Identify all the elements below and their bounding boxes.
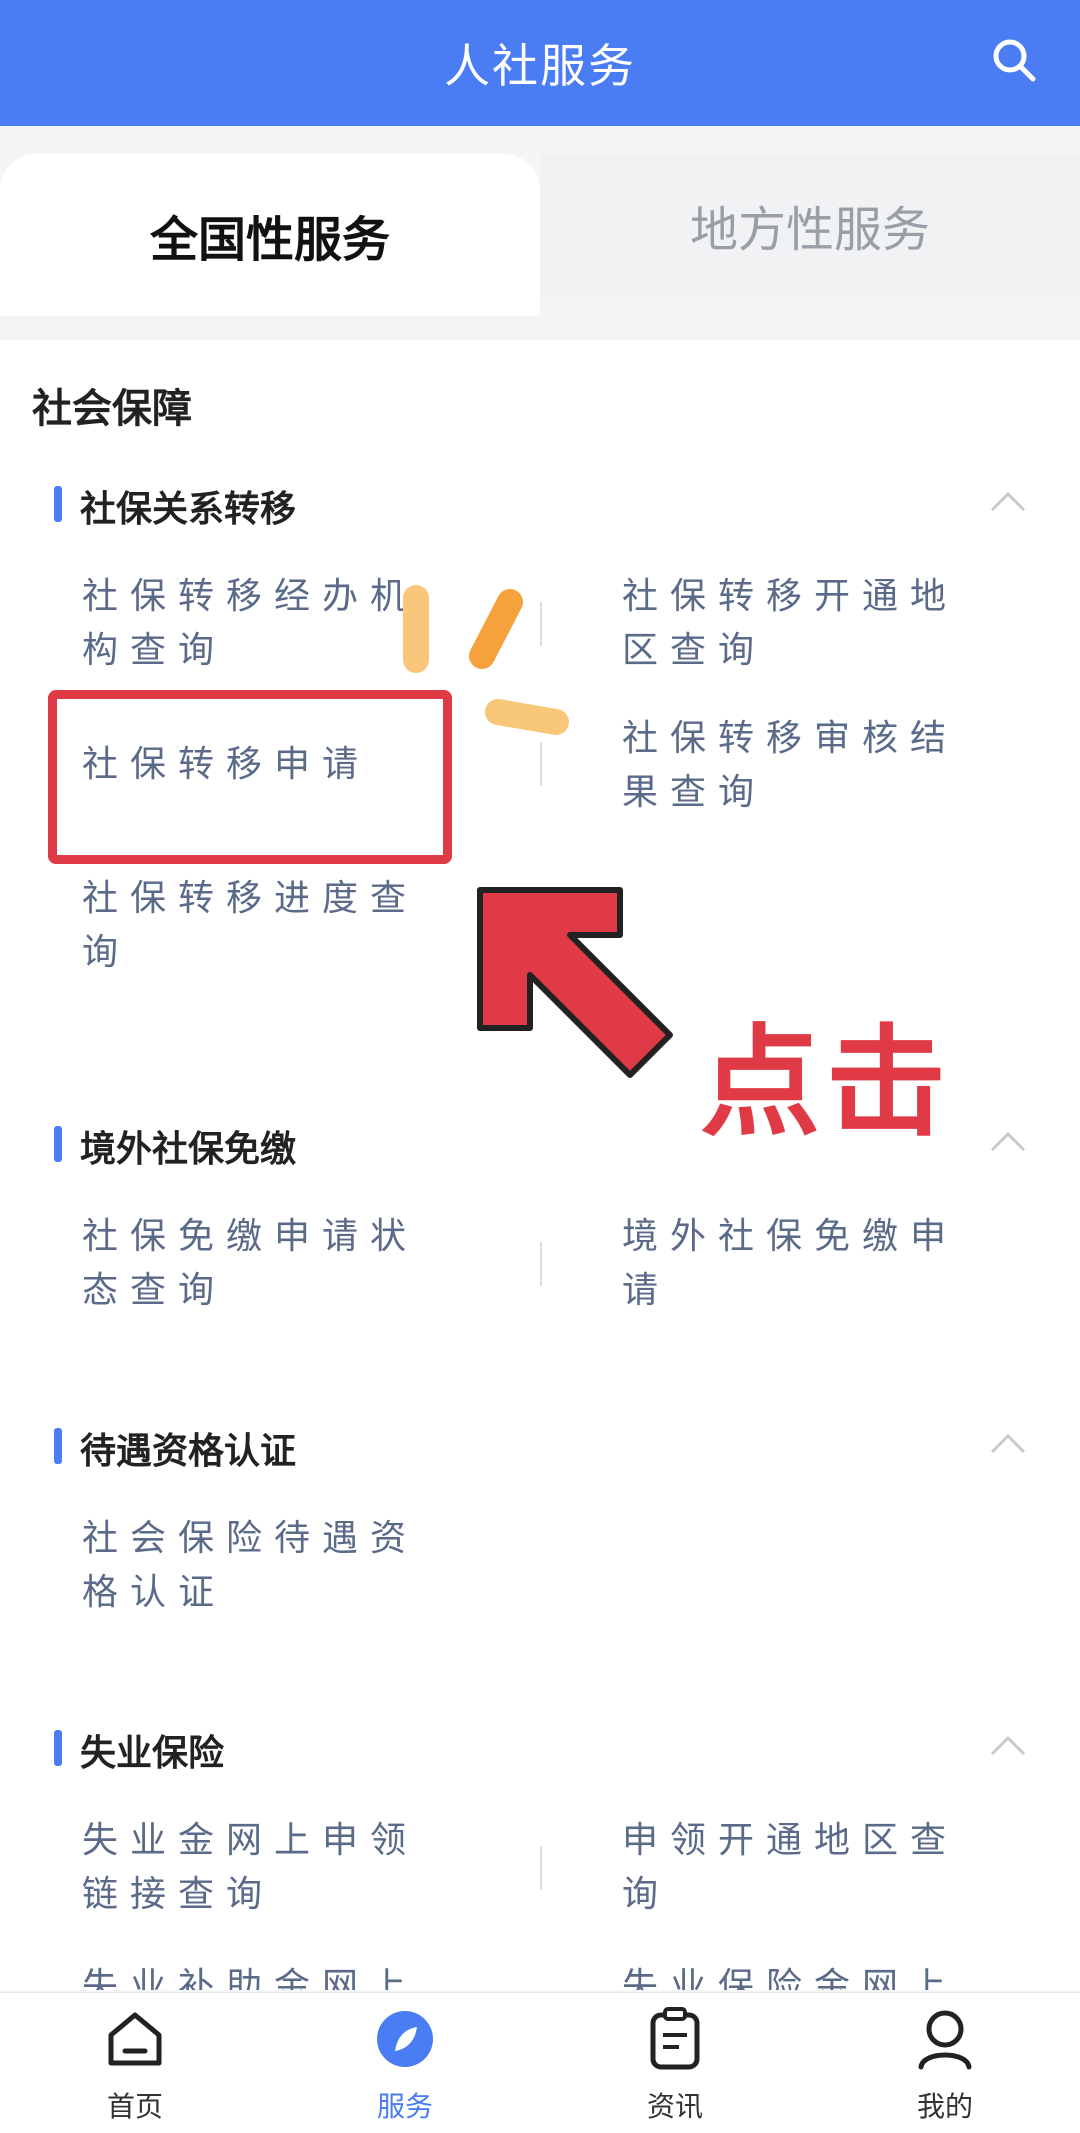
service-item[interactable]: 境外社保免缴申请 bbox=[622, 1210, 982, 1318]
nav-item-home[interactable]: 首页 bbox=[0, 1993, 270, 2133]
nav-label: 服务 bbox=[376, 2090, 433, 2123]
sparkle-icon bbox=[403, 585, 569, 735]
search-icon bbox=[993, 39, 1036, 82]
user-icon bbox=[918, 2010, 972, 2070]
nav-item-profile[interactable]: 我的 bbox=[810, 1993, 1080, 2133]
page-title: 人社服务 bbox=[444, 39, 636, 93]
group-title: 社保关系转移 bbox=[80, 489, 297, 530]
nav-label: 资讯 bbox=[646, 2090, 703, 2123]
group-accent-bar bbox=[54, 486, 62, 522]
service-item[interactable]: 失业补助金网上 bbox=[82, 1960, 442, 1990]
service-item[interactable]: 失业金网上申领链接查询 bbox=[82, 1814, 442, 1922]
bottom-nav: 首页 服务 资讯 我的 bbox=[0, 1992, 1080, 2133]
search-button[interactable] bbox=[984, 30, 1044, 90]
group-title: 待遇资格认证 bbox=[80, 1431, 297, 1472]
service-tabs: 全国性服务 地方性服务 bbox=[0, 126, 1080, 316]
service-item[interactable]: 社保转移经办机构查询 bbox=[82, 570, 442, 678]
group-accent-bar bbox=[54, 1428, 62, 1464]
nav-label: 我的 bbox=[916, 2090, 973, 2123]
tab-national-services[interactable]: 全国性服务 bbox=[0, 154, 540, 316]
annotation-text: 点击 bbox=[700, 1014, 952, 1153]
section-title: 社会保障 bbox=[32, 386, 192, 432]
chevron-up-icon[interactable] bbox=[988, 1126, 1028, 1156]
chevron-up-icon[interactable] bbox=[988, 1428, 1028, 1458]
divider bbox=[540, 1846, 542, 1890]
group-accent-bar bbox=[54, 1730, 62, 1766]
tab-local-services[interactable]: 地方性服务 bbox=[540, 154, 1080, 296]
service-item[interactable]: 失业保险金网上 bbox=[622, 1960, 982, 1990]
service-item[interactable]: 社保免缴申请状态查询 bbox=[82, 1210, 442, 1318]
group-title: 失业保险 bbox=[80, 1733, 225, 1774]
document-icon bbox=[650, 2007, 700, 2070]
service-item[interactable]: 社保转移开通地区查询 bbox=[622, 570, 982, 678]
service-item[interactable]: 社保转移审核结果查询 bbox=[622, 712, 982, 820]
service-item[interactable]: 社会保险待遇资格认证 bbox=[82, 1512, 442, 1620]
nav-item-services[interactable]: 服务 bbox=[270, 1993, 540, 2133]
group-header: 社保关系转移 bbox=[0, 480, 1080, 536]
compass-icon bbox=[377, 2011, 433, 2067]
chevron-up-icon[interactable] bbox=[988, 1730, 1028, 1760]
service-item[interactable]: 社保转移进度查询 bbox=[82, 872, 442, 980]
divider bbox=[540, 1242, 542, 1286]
chevron-up-icon[interactable] bbox=[988, 486, 1028, 516]
home-icon bbox=[108, 2012, 162, 2066]
arrow-up-left-icon bbox=[477, 887, 673, 1078]
app-header: 人社服务 bbox=[0, 0, 1080, 126]
nav-label: 首页 bbox=[106, 2090, 163, 2123]
nav-item-news[interactable]: 资讯 bbox=[540, 1993, 810, 2133]
group-accent-bar bbox=[54, 1126, 62, 1162]
group-header: 失业保险 bbox=[0, 1724, 1080, 1780]
group-header: 待遇资格认证 bbox=[0, 1422, 1080, 1478]
group-title: 境外社保免缴 bbox=[80, 1129, 297, 1170]
service-item[interactable]: 申领开通地区查询 bbox=[622, 1814, 982, 1922]
